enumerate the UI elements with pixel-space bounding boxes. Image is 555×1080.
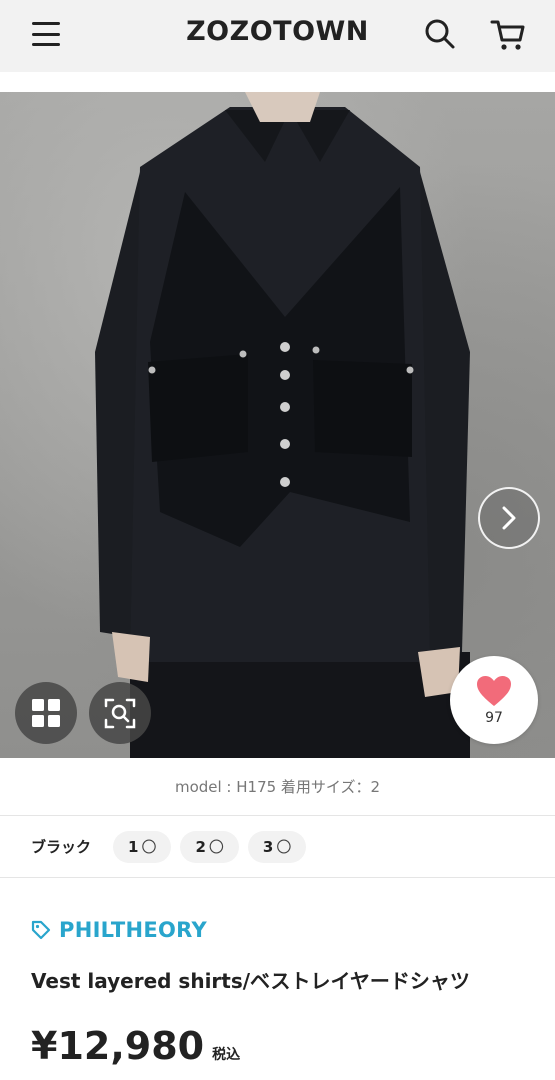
brand-name: PHILTHEORY bbox=[59, 918, 208, 942]
brand-link[interactable]: PHILTHEORY bbox=[31, 918, 207, 942]
size-chip-1[interactable]: 1 〇 bbox=[113, 830, 172, 863]
product-title: Vest layered shirts/ベストレイヤードシャツ bbox=[31, 969, 470, 993]
size-label: 2 bbox=[195, 837, 206, 856]
logo[interactable]: ZOZOTOWN bbox=[0, 16, 555, 47]
price-block: ¥12,980 税込 bbox=[31, 1024, 240, 1068]
variant-selector: ブラック 1 〇 2 〇 3 〇 bbox=[0, 816, 555, 878]
size-label: 1 bbox=[128, 837, 139, 856]
size-chip-2[interactable]: 2 〇 bbox=[180, 830, 239, 863]
product-photo-shirt bbox=[95, 92, 470, 758]
color-label: ブラック bbox=[31, 838, 92, 856]
tag-icon bbox=[31, 920, 51, 940]
stock-indicator: 〇 bbox=[276, 838, 292, 856]
zoom-search-icon bbox=[104, 698, 136, 729]
tax-label: 税込 bbox=[212, 1047, 241, 1063]
next-image-button[interactable] bbox=[478, 487, 540, 549]
favorite-button[interactable]: 97 bbox=[450, 656, 538, 744]
size-chip-3[interactable]: 3 〇 bbox=[247, 830, 307, 863]
app-header: ZOZOTOWN bbox=[0, 0, 555, 72]
model-info: model : H175 着用サイズ：2 bbox=[0, 758, 555, 816]
cart-icon[interactable] bbox=[490, 16, 526, 52]
size-label: 3 bbox=[262, 837, 274, 856]
favorite-count: 97 bbox=[485, 710, 503, 726]
sub-header bbox=[0, 72, 555, 92]
stock-indicator: 〇 bbox=[141, 838, 157, 856]
grid-view-icon bbox=[32, 699, 60, 727]
zoom-search-button[interactable] bbox=[89, 682, 151, 744]
search-icon[interactable] bbox=[424, 18, 456, 50]
grid-view-button[interactable] bbox=[15, 682, 77, 744]
stock-indicator: 〇 bbox=[208, 838, 224, 856]
price-value: ¥12,980 bbox=[31, 1024, 205, 1068]
chevron-right-icon bbox=[502, 506, 516, 530]
product-image[interactable]: 97 bbox=[0, 92, 555, 758]
heart-icon bbox=[477, 676, 511, 706]
